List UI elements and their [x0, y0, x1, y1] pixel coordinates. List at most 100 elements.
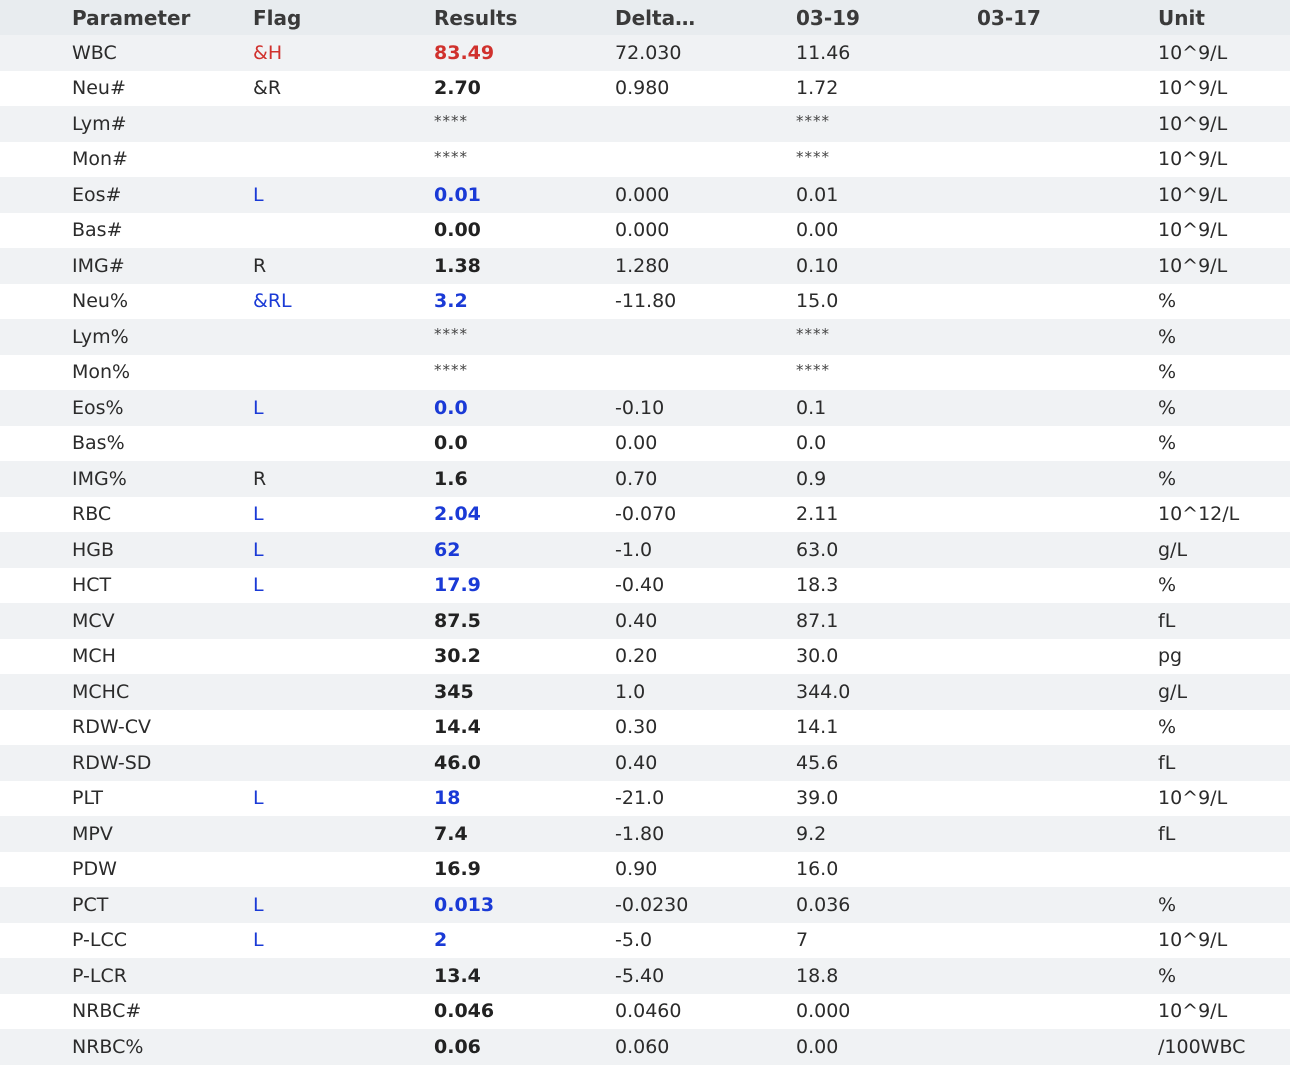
table-row[interactable]: MCV 87.5 0.40 87.1 fL [0, 603, 1290, 639]
parameter-cell: HGB [72, 538, 115, 561]
delta-cell: 0.20 [615, 645, 658, 668]
parameter-cell: MCV [72, 609, 115, 632]
result-cell: 1.38 [434, 254, 481, 277]
prev-result-1-cell: 0.00 [796, 219, 839, 242]
flag-cell: L [253, 538, 264, 561]
table-row[interactable]: RDW-CV 14.4 0.30 14.1% [0, 709, 1290, 745]
table-row[interactable]: PCT L 0.013 -0.0230 0.036% [0, 887, 1290, 923]
unit-cell: 10^9/L [1158, 787, 1228, 810]
result-cell: 17.9 [434, 574, 481, 597]
table-row[interactable]: IMG# R 1.38 1.280 0.10 10^9/L [0, 248, 1290, 284]
table-row[interactable]: P-LCC L 2 -5.0 7 10^9/L [0, 922, 1290, 958]
prev-result-1-cell: 18.3 [796, 574, 839, 597]
header-unit[interactable]: Unit [1158, 0, 1205, 35]
table-row[interactable]: PLT L 18 -21.0 39.0 10^9/L [0, 780, 1290, 816]
table-row[interactable]: MCH 30.2 0.20 30.0 pg [0, 638, 1290, 674]
result-cell: 1.6 [434, 467, 468, 490]
result-cell: 16.9 [434, 858, 481, 881]
table-row[interactable]: WBC &H 83.49 72.030 11.46 10^9/L [0, 35, 1290, 71]
delta-cell: -1.0 [615, 538, 653, 561]
table-row[interactable]: Lym% **** ****% [0, 319, 1290, 355]
result-cell: 13.4 [434, 964, 481, 987]
parameter-cell: WBC [72, 41, 117, 64]
delta-cell: 1.0 [615, 680, 646, 703]
unit-cell: 10^9/L [1158, 219, 1228, 242]
result-cell: 7.4 [434, 822, 468, 845]
parameter-cell: RDW-CV [72, 716, 151, 739]
unit-cell: 10^12/L [1158, 503, 1240, 526]
parameter-cell: MCH [72, 645, 116, 668]
table-row[interactable]: PDW 16.9 0.90 16.0 [0, 851, 1290, 887]
table-row[interactable]: P-LCR 13.4 -5.40 18.8% [0, 958, 1290, 994]
parameter-cell: Bas# [72, 219, 123, 242]
header-prev-date-2[interactable]: 03-17 [977, 0, 1041, 35]
header-results[interactable]: Results [434, 0, 517, 35]
table-row[interactable]: HGB L 62 -1.0 63.0 g/L [0, 532, 1290, 568]
prev-result-1-cell: 0.9 [796, 467, 827, 490]
parameter-cell: NRBC% [72, 1035, 144, 1058]
table-row[interactable]: Bas% 0.0 0.00 0.0% [0, 425, 1290, 461]
table-header: Parameter Flag Results Delta… 03-19 03-1… [0, 0, 1290, 35]
result-cell: 18 [434, 787, 461, 810]
parameter-cell: HCT [72, 574, 112, 597]
unit-cell: g/L [1158, 680, 1188, 703]
result-cell: 3.2 [434, 290, 468, 313]
delta-cell: 0.40 [615, 609, 658, 632]
header-prev-date-1[interactable]: 03-19 [796, 0, 860, 35]
unit-cell: fL [1158, 822, 1176, 845]
header-parameter[interactable]: Parameter [72, 0, 190, 35]
prev-result-1-cell: 87.1 [796, 609, 839, 632]
delta-cell: -5.40 [615, 964, 665, 987]
prev-result-1-cell: 344.0 [796, 680, 851, 703]
delta-cell: 0.30 [615, 716, 658, 739]
table-row[interactable]: NRBC# 0.046 0.0460 0.000 10^9/L [0, 993, 1290, 1029]
table-row[interactable]: Mon% **** ****% [0, 354, 1290, 390]
delta-cell: -0.070 [615, 503, 677, 526]
flag-cell: L [253, 183, 264, 206]
delta-cell: -0.0230 [615, 893, 689, 916]
flag-cell: R [253, 467, 267, 490]
table-row[interactable]: Eos# L 0.01 0.000 0.01 10^9/L [0, 177, 1290, 213]
prev-result-1-cell: 0.01 [796, 183, 839, 206]
unit-cell: 10^9/L [1158, 183, 1228, 206]
table-row[interactable]: Eos% L 0.0 -0.10 0.1% [0, 390, 1290, 426]
parameter-cell: Mon# [72, 148, 128, 171]
delta-cell: 1.280 [615, 254, 670, 277]
table-row[interactable]: RDW-SD 46.0 0.40 45.6 fL [0, 745, 1290, 781]
unit-cell: pg [1158, 645, 1183, 668]
table-row[interactable]: Lym# **** **** 10^9/L [0, 106, 1290, 142]
prev-result-1-cell: 45.6 [796, 751, 839, 774]
parameter-cell: MPV [72, 822, 113, 845]
table-row[interactable]: HCT L 17.9 -0.40 18.3% [0, 567, 1290, 603]
result-cell: 345 [434, 680, 474, 703]
table-row[interactable]: Neu% &RL 3.2 -11.80 15.0% [0, 283, 1290, 319]
prev-result-1-cell: 18.8 [796, 964, 839, 987]
delta-cell: 0.000 [615, 219, 670, 242]
prev-result-1-cell: 7 [796, 929, 809, 952]
parameter-cell: Neu# [72, 77, 126, 100]
unit-cell: fL [1158, 751, 1176, 774]
unit-cell: % [1158, 574, 1177, 597]
table-row[interactable]: Bas# 0.00 0.000 0.00 10^9/L [0, 212, 1290, 248]
flag-cell: L [253, 787, 264, 810]
table-row[interactable]: MPV 7.4 -1.80 9.2 fL [0, 816, 1290, 852]
prev-result-1-cell: 9.2 [796, 822, 827, 845]
unit-cell: g/L [1158, 538, 1188, 561]
table-row[interactable]: IMG% R 1.6 0.70 0.9% [0, 461, 1290, 497]
prev-result-1-cell: 0.00 [796, 1035, 839, 1058]
prev-result-1-cell: 11.46 [796, 41, 851, 64]
flag-cell: R [253, 254, 267, 277]
table-row[interactable]: NRBC% 0.06 0.060 0.00/100WBC [0, 1029, 1290, 1065]
header-flag[interactable]: Flag [253, 0, 301, 35]
table-row[interactable]: Mon# **** **** 10^9/L [0, 141, 1290, 177]
unit-cell: 10^9/L [1158, 112, 1228, 135]
unit-cell: 10^9/L [1158, 929, 1228, 952]
result-cell: 62 [434, 538, 461, 561]
table-row[interactable]: MCHC 345 1.0 344.0 g/L [0, 674, 1290, 710]
prev-result-1-cell: 0.000 [796, 1000, 851, 1023]
prev-result-1-cell: 2.11 [796, 503, 839, 526]
parameter-cell: Mon% [72, 361, 131, 384]
header-delta[interactable]: Delta… [615, 0, 695, 35]
table-row[interactable]: RBC L 2.04 -0.070 2.11 10^12/L [0, 496, 1290, 532]
table-row[interactable]: Neu# &R 2.70 0.980 1.72 10^9/L [0, 70, 1290, 106]
